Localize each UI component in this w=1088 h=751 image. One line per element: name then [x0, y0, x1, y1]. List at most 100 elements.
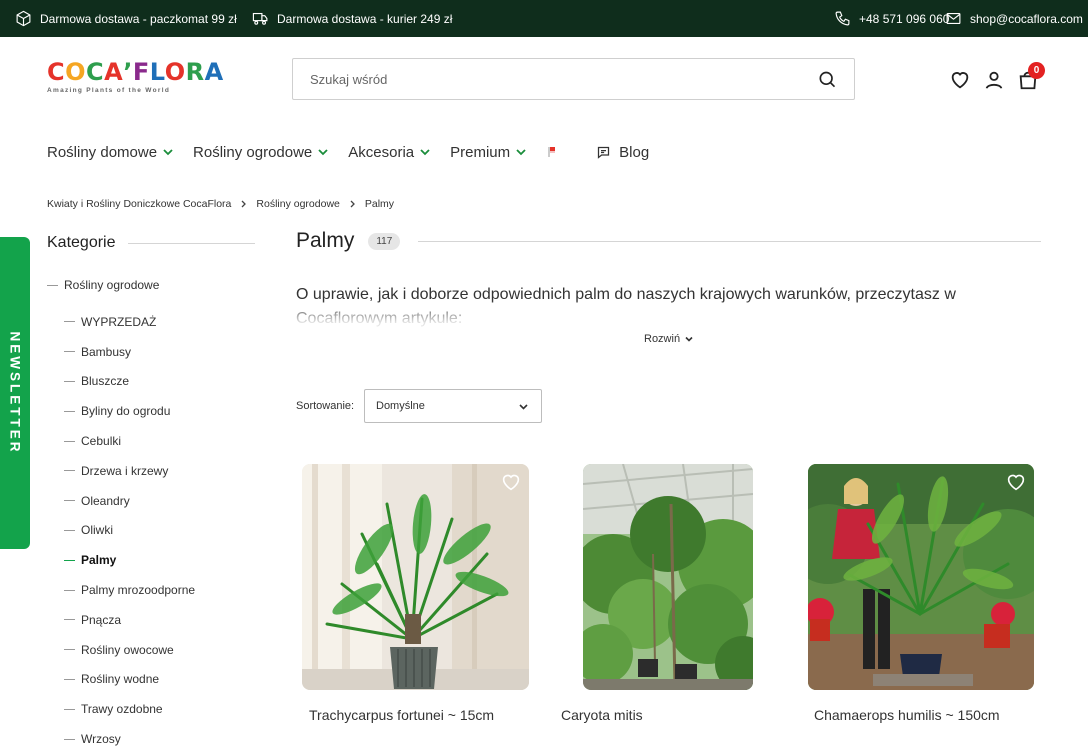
product-card[interactable]: Caryota mitis [561, 464, 753, 723]
nav-item-rosliny-domowe[interactable]: Rośliny domowe [47, 144, 173, 161]
dash-marker [64, 559, 75, 561]
product-name[interactable]: Caryota mitis [561, 707, 643, 723]
wishlist-heart-icon[interactable] [501, 473, 521, 491]
dash-marker [64, 589, 75, 591]
wishlist-heart-icon[interactable] [1006, 473, 1026, 491]
contact-phone[interactable]: +48 571 096 060 [834, 0, 949, 37]
nav-item-premium[interactable]: Premium [450, 144, 526, 161]
nav-item-rosliny-ogrodowe[interactable]: Rośliny ogrodowe [193, 144, 328, 161]
category-item[interactable]: Trawy ozdobne [64, 694, 195, 724]
chevron-right-icon [241, 200, 247, 208]
chevron-down-icon [318, 149, 328, 156]
product-image[interactable] [302, 464, 529, 690]
category-item[interactable]: Wrzosy [64, 724, 195, 751]
category-item-label: Oliwki [81, 523, 113, 538]
logo-wordmark: COCAʼFLORA [47, 58, 223, 86]
newsletter-tab[interactable]: NEWSLETTER [0, 237, 30, 549]
free-shipping-parcel: Darmowa dostawa - paczkomat 99 zł [15, 0, 237, 37]
package-icon [16, 10, 31, 27]
category-item[interactable]: Drzewa i krzewy [64, 456, 195, 486]
category-item-label: Rośliny owocowe [81, 642, 174, 657]
category-item-label: Cebulki [81, 434, 122, 449]
category-item[interactable]: Cebulki [64, 426, 195, 456]
logo-tagline: Amazing Plants of the World [47, 87, 171, 94]
dash-marker [64, 470, 75, 472]
category-item[interactable]: WYPRZEDAŻ [64, 307, 195, 337]
account-icon[interactable] [983, 69, 1005, 91]
category-item-label: Palmy mrozoodporne [81, 583, 196, 598]
search-icon[interactable] [817, 70, 837, 90]
description-fade [296, 300, 1016, 356]
search-box [292, 58, 855, 100]
category-item[interactable]: Oleandry [64, 486, 195, 516]
product-card[interactable]: Chamaerops humilis ~ 150cm [808, 464, 1034, 723]
expand-description-button[interactable]: Rozwiń [644, 333, 693, 345]
search-input[interactable] [293, 59, 793, 99]
category-item-label: WYPRZEDAŻ [81, 314, 157, 329]
cart-count-badge: 0 [1028, 62, 1045, 79]
category-item[interactable]: Byliny do ogrodu [64, 396, 195, 426]
sidebar-title: Kategorie [47, 234, 116, 251]
sale-flag-icon[interactable] [546, 145, 562, 159]
category-item[interactable]: Rośliny owocowe [64, 635, 195, 665]
logo-letter: C [86, 58, 105, 86]
product-image[interactable] [808, 464, 1034, 690]
divider [128, 243, 255, 244]
top-bar: Darmowa dostawa - paczkomat 99 zł Darmow… [0, 0, 1088, 37]
page-title: Palmy 117 [296, 229, 401, 253]
category-list: WYPRZEDAŻ Bambusy Bluszcze Byliny do ogrodu… [64, 307, 195, 751]
logo-letter: C [47, 58, 66, 86]
product-image[interactable] [583, 464, 753, 690]
category-item-label: Drzewa i krzewy [81, 463, 169, 478]
category-item[interactable]: Palmy mrozoodporne [64, 575, 195, 605]
category-item-label: Bluszcze [81, 374, 130, 389]
product-name[interactable]: Trachycarpus fortunei ~ 15cm [309, 707, 494, 723]
category-item-label: Palmy [81, 553, 117, 568]
logo-letter: O [164, 58, 186, 86]
wishlist-icon[interactable] [949, 69, 971, 91]
chevron-down-icon [685, 336, 693, 342]
dash-marker [64, 321, 75, 323]
category-root[interactable]: Rośliny ogrodowe [47, 278, 159, 292]
category-item-label: Pnącza [81, 612, 122, 627]
nav-item-blog[interactable]: Blog [596, 144, 649, 161]
logo-letter: ʼ [123, 58, 133, 86]
dash-marker [64, 440, 75, 442]
breadcrumb: Kwiaty i Rośliny Doniczkowe CocaFlora Ro… [47, 198, 394, 210]
divider [418, 241, 1041, 242]
category-item-label: Bambusy [81, 344, 132, 359]
phone-icon [835, 11, 850, 26]
dash-marker [64, 708, 75, 710]
category-item[interactable]: Bluszcze [64, 367, 195, 397]
product-card[interactable]: Trachycarpus fortunei ~ 15cm [302, 464, 529, 723]
logo-letter: F [132, 58, 150, 86]
dash-marker [64, 351, 75, 353]
logo-letter: A [104, 58, 124, 86]
dash-marker [64, 529, 75, 531]
category-item[interactable]: Rośliny wodne [64, 665, 195, 695]
category-item[interactable]: Oliwki [64, 516, 195, 546]
breadcrumb-current: Palmy [364, 198, 395, 210]
category-item-label: Oleandry [81, 493, 130, 508]
nav-item-akcesoria[interactable]: Akcesoria [348, 144, 430, 161]
sort-select[interactable]: Domyślne [364, 389, 542, 423]
category-item[interactable]: Palmy [64, 545, 195, 575]
logo-letter: R [185, 58, 205, 86]
breadcrumb-category[interactable]: Rośliny ogrodowe [256, 198, 339, 210]
breadcrumb-home[interactable]: Kwiaty i Rośliny Doniczkowe CocaFlora [47, 198, 231, 210]
logo-letter: L [149, 58, 165, 86]
dash-marker [64, 500, 75, 502]
main-nav: Rośliny domowe Rośliny ogrodowe Akcesori… [47, 141, 649, 163]
dash-marker [64, 649, 75, 651]
logo[interactable]: COCAʼFLORA Amazing Plants of the World [47, 58, 223, 98]
category-item[interactable]: Bambusy [64, 337, 195, 367]
dash-marker [64, 678, 75, 680]
category-item-label: Rośliny wodne [81, 672, 160, 687]
dash-marker [64, 738, 75, 740]
chevron-down-icon [519, 404, 528, 410]
product-name[interactable]: Chamaerops humilis ~ 150cm [814, 707, 1000, 723]
category-item[interactable]: Pnącza [64, 605, 195, 635]
chevron-down-icon [516, 149, 526, 156]
chat-icon [598, 146, 610, 159]
contact-email[interactable]: shop@cocaflora.com [945, 0, 1083, 37]
